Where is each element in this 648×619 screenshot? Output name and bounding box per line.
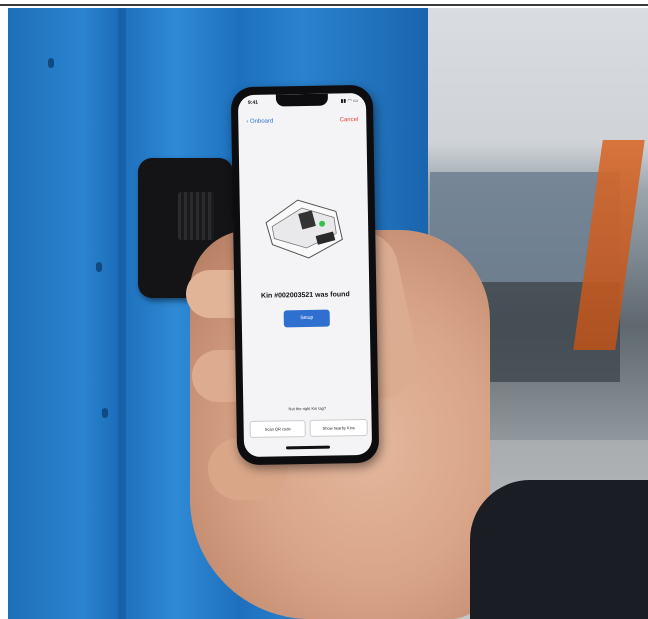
status-icons: ▮▮ ◠ ▭ (340, 98, 359, 105)
pillar-mark (96, 262, 102, 272)
home-indicator (285, 445, 331, 450)
phone-notch (275, 93, 329, 107)
show-nearby-button[interactable]: Show nearby Kins (309, 418, 368, 437)
status-time: 9:41 (247, 99, 259, 106)
help-link[interactable]: Not the right Kin tag? (243, 405, 371, 412)
kin-device-illustration (265, 199, 343, 259)
top-divider (0, 0, 648, 6)
kin-tag-qr-code (178, 192, 214, 240)
phone-screen: 9:41 ▮▮ ◠ ▭ ‹ Onboard Cancel Kin #002003… (237, 92, 373, 458)
pillar-edge (118, 8, 126, 619)
found-message: Kin #002003521 was found (260, 291, 350, 300)
scan-qr-button[interactable]: Scan QR code (249, 420, 306, 438)
cancel-button[interactable]: Cancel (340, 117, 359, 123)
pillar-mark (48, 58, 54, 68)
smartphone: 9:41 ▮▮ ◠ ▭ ‹ Onboard Cancel Kin #002003… (230, 84, 380, 466)
jacket-sleeve (470, 480, 648, 619)
back-button[interactable]: ‹ Onboard (246, 119, 273, 125)
pillar-mark (102, 408, 108, 418)
photo-scene: 9:41 ▮▮ ◠ ▭ ‹ Onboard Cancel Kin #002003… (0, 0, 648, 619)
setup-button[interactable]: Setup (283, 309, 330, 328)
